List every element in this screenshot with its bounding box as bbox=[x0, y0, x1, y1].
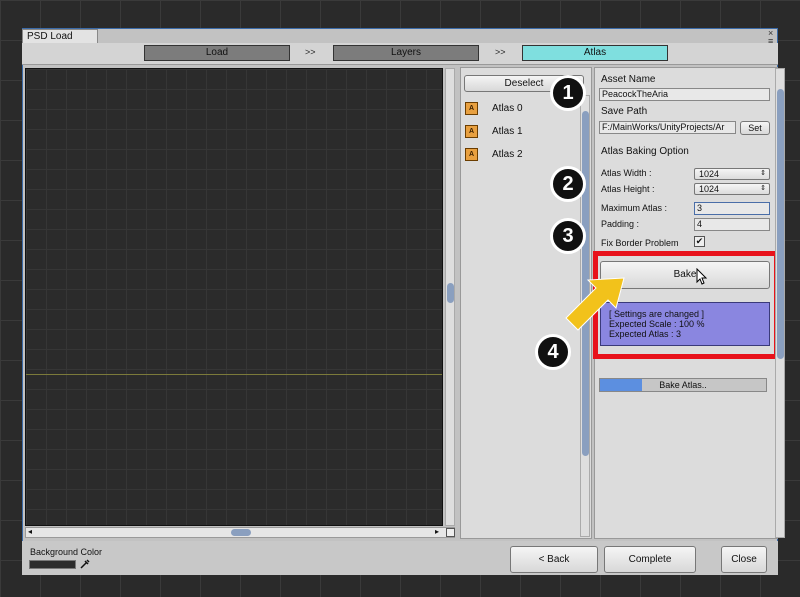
check-icon: ✔ bbox=[695, 236, 704, 246]
canvas-vertical-scroll-thumb[interactable] bbox=[447, 283, 454, 303]
info-line: Expected Atlas : 3 bbox=[609, 329, 682, 339]
scroll-corner bbox=[446, 528, 455, 537]
atlas-height-label: Atlas Height : bbox=[601, 184, 655, 194]
atlas-height-select[interactable]: 1024 ⇕ bbox=[694, 183, 770, 195]
canvas-guide-line bbox=[26, 374, 442, 375]
save-path-label: Save Path bbox=[601, 106, 648, 117]
atlas-icon: A bbox=[465, 102, 478, 115]
atlas-preview-canvas[interactable] bbox=[25, 68, 443, 526]
padding-input[interactable]: 4 bbox=[694, 218, 770, 231]
list-item[interactable]: A Atlas 0 bbox=[465, 102, 565, 118]
set-path-button[interactable]: Set bbox=[740, 121, 770, 135]
settings-scroll-thumb[interactable] bbox=[777, 89, 784, 359]
window-title: PSD Load bbox=[27, 31, 73, 42]
pointer-arrow-icon bbox=[565, 277, 625, 331]
atlas-icon: A bbox=[465, 125, 478, 138]
background-color-swatch[interactable] bbox=[29, 560, 76, 569]
step-separator: >> bbox=[495, 47, 506, 57]
complete-button[interactable]: Complete bbox=[604, 546, 696, 573]
step-layers[interactable]: Layers bbox=[333, 45, 479, 61]
background-color-label: Background Color bbox=[30, 547, 103, 557]
atlas-width-select[interactable]: 1024 ⇕ bbox=[694, 168, 770, 180]
info-line: Expected Scale : 100 % bbox=[609, 319, 705, 329]
window-tab[interactable]: PSD Load bbox=[22, 29, 98, 43]
settings-vertical-scrollbar[interactable] bbox=[775, 68, 785, 538]
complete-button-label: Complete bbox=[628, 554, 672, 565]
atlas-height-value: 1024 bbox=[699, 184, 720, 194]
list-item-label: Atlas 1 bbox=[492, 126, 523, 137]
eyedropper-icon[interactable] bbox=[79, 558, 91, 570]
list-item-label: Atlas 0 bbox=[492, 103, 523, 114]
bake-progress-bar: Bake Atlas.. bbox=[599, 378, 767, 392]
canvas-vertical-scrollbar[interactable] bbox=[445, 68, 455, 526]
close-button[interactable]: Close bbox=[721, 546, 767, 573]
list-item[interactable]: A Atlas 2 bbox=[465, 148, 565, 164]
step-atlas-label: Atlas bbox=[583, 47, 607, 58]
back-button-label: < Back bbox=[538, 554, 570, 565]
list-item-label: Atlas 2 bbox=[492, 149, 523, 160]
fix-border-label: Fix Border Problem bbox=[601, 238, 679, 248]
atlas-width-label: Atlas Width : bbox=[601, 168, 652, 178]
asset-name-input[interactable]: PeacockTheAria bbox=[599, 88, 770, 101]
step-marker-2: 2 bbox=[550, 166, 586, 202]
step-load[interactable]: Load bbox=[144, 45, 290, 61]
step-layers-label: Layers bbox=[390, 47, 421, 58]
step-marker-3: 3 bbox=[550, 218, 586, 254]
max-atlas-label: Maximum Atlas : bbox=[601, 203, 668, 213]
canvas-horizontal-scroll-thumb[interactable] bbox=[231, 529, 251, 536]
step-atlas[interactable]: Atlas bbox=[522, 45, 668, 61]
scroll-right-icon[interactable]: ▸ bbox=[435, 527, 439, 536]
asset-name-label: Asset Name bbox=[601, 74, 656, 85]
fix-border-checkbox[interactable]: ✔ bbox=[694, 236, 705, 247]
list-item[interactable]: A Atlas 1 bbox=[465, 125, 565, 141]
step-separator: >> bbox=[305, 47, 316, 57]
padding-label: Padding : bbox=[601, 219, 640, 229]
mouse-cursor-icon bbox=[696, 268, 708, 285]
step-load-label: Load bbox=[205, 47, 229, 58]
set-path-button-label: Set bbox=[748, 123, 762, 133]
bake-button-label: Bake bbox=[673, 269, 697, 280]
save-path-input[interactable]: F:/MainWorks/UnityProjects/Ar bbox=[599, 121, 736, 134]
step-marker-4: 4 bbox=[535, 334, 571, 370]
canvas-horizontal-scrollbar[interactable]: ◂ ▸ bbox=[25, 527, 455, 538]
scroll-left-icon[interactable]: ◂ bbox=[28, 527, 32, 536]
step-marker-1: 1 bbox=[550, 75, 586, 111]
select-arrows-icon: ⇕ bbox=[760, 170, 766, 177]
max-atlas-input[interactable]: 3 bbox=[694, 202, 770, 215]
close-button-label: Close bbox=[731, 554, 757, 565]
bake-progress-label: Bake Atlas.. bbox=[659, 380, 707, 390]
deselect-button-label: Deselect bbox=[504, 78, 544, 89]
select-arrows-icon: ⇕ bbox=[760, 185, 766, 192]
back-button[interactable]: < Back bbox=[510, 546, 598, 573]
baking-option-heading: Atlas Baking Option bbox=[601, 146, 689, 157]
info-line: [ Settings are changed ] bbox=[609, 309, 705, 319]
atlas-width-value: 1024 bbox=[699, 169, 720, 179]
atlas-icon: A bbox=[465, 148, 478, 161]
